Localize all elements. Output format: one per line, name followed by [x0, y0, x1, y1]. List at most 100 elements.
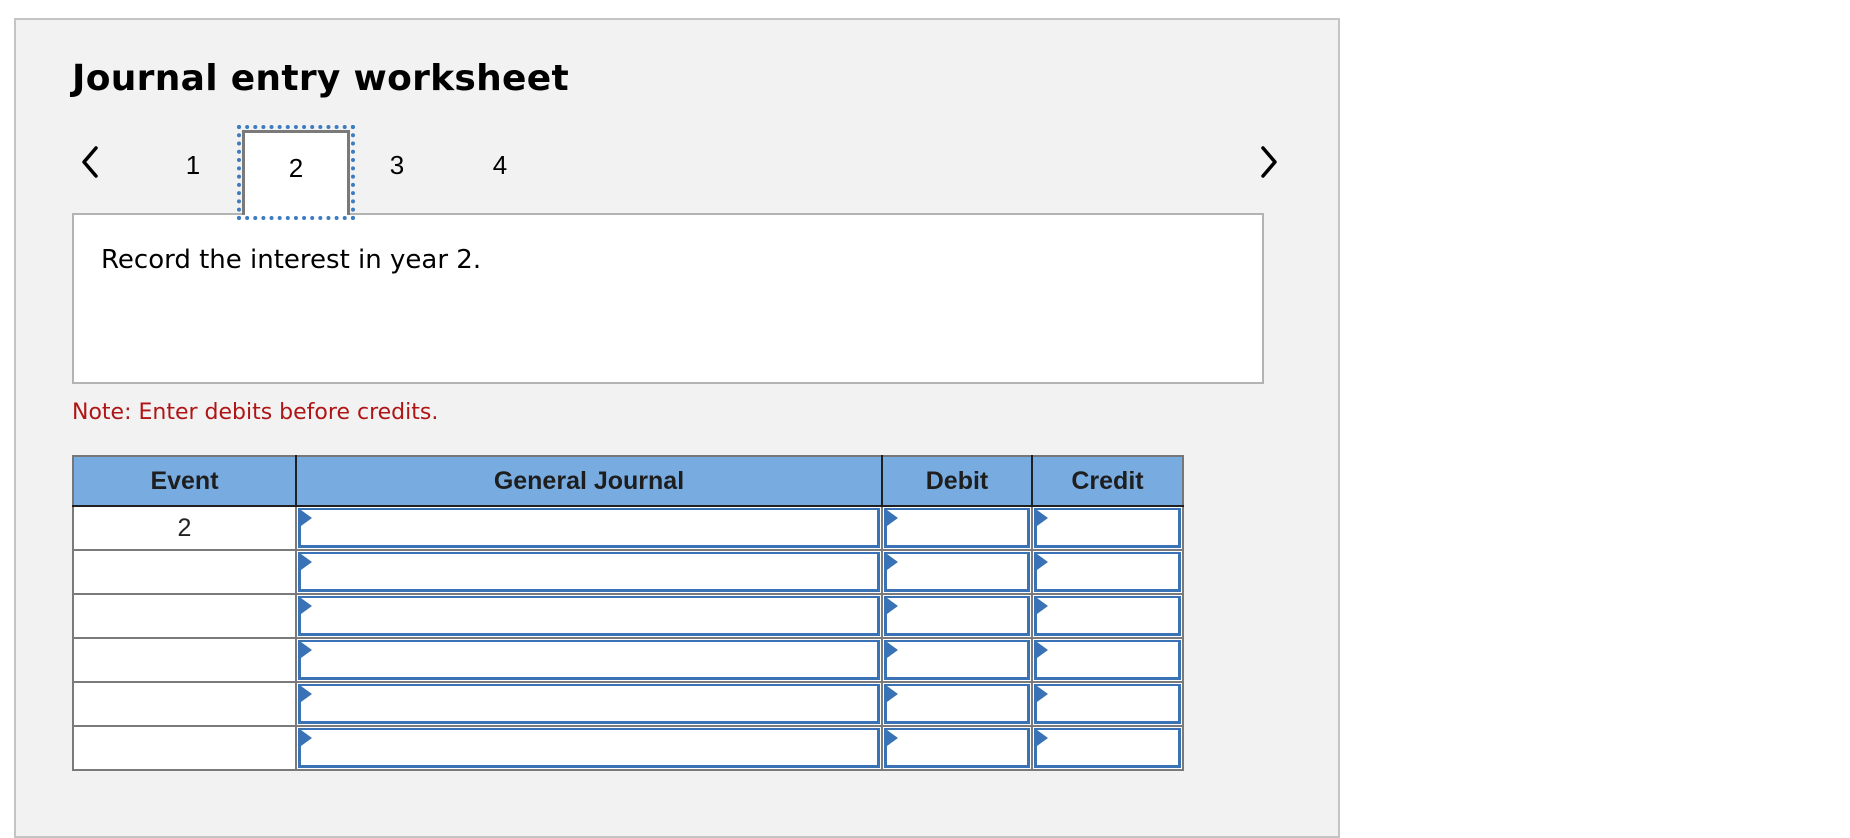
table-row	[72, 681, 1184, 727]
event-cell	[72, 549, 297, 595]
event-cell	[72, 725, 297, 771]
debit-cell	[881, 549, 1033, 595]
credit-input[interactable]	[1037, 554, 1178, 589]
debit-input-frame	[884, 596, 1030, 636]
general-journal-input[interactable]	[301, 686, 877, 721]
table-row	[72, 549, 1184, 595]
table-row	[72, 725, 1184, 771]
credit-cell	[1031, 681, 1184, 727]
dropdown-flag-icon	[1037, 686, 1048, 702]
debit-cell	[881, 637, 1033, 683]
debit-input-frame	[884, 508, 1030, 548]
next-entry-button[interactable]	[1255, 145, 1283, 179]
debit-input-frame	[884, 552, 1030, 592]
instruction-box: Record the interest in year 2.	[72, 213, 1264, 384]
debit-input-frame	[884, 684, 1030, 724]
chevron-left-icon	[82, 146, 98, 178]
header-debit: Debit	[881, 455, 1033, 507]
credit-cell	[1031, 725, 1184, 771]
journal-table: Event General Journal Debit Credit 2	[72, 455, 1184, 771]
credit-cell	[1031, 549, 1184, 595]
credit-cell	[1031, 505, 1184, 551]
general-journal-cell	[295, 637, 883, 683]
event-cell	[72, 681, 297, 727]
tab-entry-1[interactable]: 1	[163, 130, 223, 212]
dropdown-flag-icon	[301, 554, 312, 570]
general-journal-input-frame	[298, 552, 880, 592]
header-credit: Credit	[1031, 455, 1184, 507]
credit-input[interactable]	[1037, 642, 1178, 677]
general-journal-input[interactable]	[301, 642, 877, 677]
general-journal-input[interactable]	[301, 598, 877, 633]
general-journal-input-frame	[298, 728, 880, 768]
general-journal-input[interactable]	[301, 730, 877, 765]
general-journal-cell	[295, 593, 883, 639]
general-journal-input-frame	[298, 684, 880, 724]
credit-cell	[1031, 593, 1184, 639]
dropdown-flag-icon	[301, 598, 312, 614]
dropdown-flag-icon	[887, 686, 898, 702]
credit-input[interactable]	[1037, 730, 1178, 765]
worksheet-title: Journal entry worksheet	[72, 58, 569, 99]
debits-credits-note: Note: Enter debits before credits.	[72, 400, 439, 425]
debit-input[interactable]	[887, 554, 1027, 589]
debit-cell	[881, 725, 1033, 771]
tab-entry-4[interactable]: 4	[470, 130, 530, 212]
general-journal-cell	[295, 681, 883, 727]
debit-input[interactable]	[887, 642, 1027, 677]
general-journal-input-frame	[298, 640, 880, 680]
credit-input-frame	[1034, 684, 1181, 724]
dropdown-flag-icon	[1037, 554, 1048, 570]
general-journal-input-frame	[298, 596, 880, 636]
dropdown-flag-icon	[301, 686, 312, 702]
instruction-text: Record the interest in year 2.	[101, 245, 482, 275]
debit-cell	[881, 593, 1033, 639]
credit-input-frame	[1034, 508, 1181, 548]
general-journal-input-frame	[298, 508, 880, 548]
general-journal-cell	[295, 725, 883, 771]
table-row: 2	[72, 505, 1184, 551]
dropdown-flag-icon	[887, 598, 898, 614]
dropdown-flag-icon	[887, 510, 898, 526]
debit-input[interactable]	[887, 686, 1027, 721]
debit-input[interactable]	[887, 598, 1027, 633]
event-cell: 2	[72, 505, 297, 551]
chevron-right-icon	[1261, 146, 1277, 178]
tab-entry-2[interactable]: 2	[237, 125, 355, 220]
credit-input[interactable]	[1037, 686, 1178, 721]
credit-input[interactable]	[1037, 510, 1178, 545]
debit-input-frame	[884, 728, 1030, 768]
dropdown-flag-icon	[1037, 642, 1048, 658]
dropdown-flag-icon	[301, 510, 312, 526]
table-row	[72, 637, 1184, 683]
dropdown-flag-icon	[1037, 510, 1048, 526]
dropdown-flag-icon	[1037, 730, 1048, 746]
debit-input[interactable]	[887, 510, 1027, 545]
header-general-journal: General Journal	[295, 455, 883, 507]
credit-cell	[1031, 637, 1184, 683]
general-journal-input[interactable]	[301, 510, 877, 545]
general-journal-cell	[295, 549, 883, 595]
dropdown-flag-icon	[887, 642, 898, 658]
tab-entry-3[interactable]: 3	[367, 130, 427, 212]
header-event: Event	[72, 455, 297, 507]
credit-input-frame	[1034, 728, 1181, 768]
credit-input-frame	[1034, 552, 1181, 592]
debit-input-frame	[884, 640, 1030, 680]
table-header-row: Event General Journal Debit Credit	[72, 455, 1184, 507]
dropdown-flag-icon	[887, 554, 898, 570]
debit-input[interactable]	[887, 730, 1027, 765]
event-cell	[72, 593, 297, 639]
general-journal-cell	[295, 505, 883, 551]
dropdown-flag-icon	[1037, 598, 1048, 614]
dropdown-flag-icon	[887, 730, 898, 746]
prev-entry-button[interactable]	[76, 145, 104, 179]
credit-input-frame	[1034, 596, 1181, 636]
event-cell	[72, 637, 297, 683]
debit-cell	[881, 681, 1033, 727]
credit-input[interactable]	[1037, 598, 1178, 633]
credit-input-frame	[1034, 640, 1181, 680]
general-journal-input[interactable]	[301, 554, 877, 589]
debit-cell	[881, 505, 1033, 551]
table-row	[72, 593, 1184, 639]
